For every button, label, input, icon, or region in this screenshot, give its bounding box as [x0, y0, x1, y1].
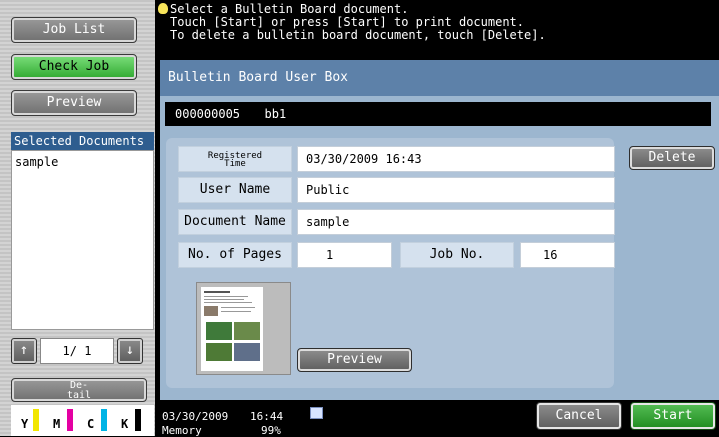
toner-label-c: C — [87, 417, 95, 431]
toner-magenta-bar — [67, 409, 73, 431]
panel-title: Bulletin Board User Box — [160, 60, 719, 96]
list-item[interactable]: sample — [15, 155, 150, 169]
arrow-up-icon[interactable]: ↑ — [11, 338, 37, 364]
status-time: 16:44 — [250, 410, 284, 423]
instruction-message: Select a Bulletin Board document. Touch … — [158, 0, 719, 58]
lightbulb-icon — [158, 3, 168, 14]
check-job-button[interactable]: Check Job — [11, 54, 137, 80]
arrow-down-icon[interactable]: ↓ — [117, 338, 143, 364]
thumbnail-page — [201, 287, 263, 371]
box-id: 000000005 — [175, 107, 241, 121]
selected-documents-list: sample — [11, 150, 154, 330]
registered-time-label: Registered Time — [178, 146, 292, 172]
bulletin-board-panel: Bulletin Board User Box 000000005 bb1 Re… — [160, 60, 719, 400]
toner-cyan-bar — [101, 409, 107, 431]
job-list-button[interactable]: Job List — [11, 17, 137, 43]
start-button[interactable]: Start — [630, 402, 716, 430]
pages-value: 1 — [297, 242, 392, 268]
left-sidebar: Job List Check Job Preview Selected Docu… — [0, 0, 155, 436]
box-name: bb1 — [264, 107, 287, 121]
document-name-label: Document Name — [178, 209, 292, 235]
pages-label: No. of Pages — [178, 242, 292, 268]
user-name-label: User Name — [178, 177, 292, 203]
job-no-value: 16 — [520, 242, 615, 268]
toner-label-y: Y — [21, 417, 29, 431]
network-icon — [310, 407, 323, 419]
memory-value: 99% — [261, 424, 281, 437]
toner-indicator: Y M C K — [11, 405, 154, 436]
toner-label-m: M — [53, 417, 61, 431]
detail-button[interactable]: De- tail — [11, 378, 147, 402]
preview-button[interactable]: Preview — [297, 348, 412, 372]
delete-button[interactable]: Delete — [629, 146, 715, 170]
page-indicator: 1/ 1 — [40, 338, 114, 364]
preview-tab-button[interactable]: Preview — [11, 90, 137, 116]
document-name-value: sample — [297, 209, 615, 235]
selected-documents-header: Selected Documents — [11, 132, 154, 150]
box-info-bar: 000000005 bb1 — [165, 102, 711, 126]
status-bar: 03/30/2009 16:44 Memory 99% Cancel Start — [158, 400, 719, 437]
cancel-button[interactable]: Cancel — [536, 402, 622, 430]
job-no-label: Job No. — [400, 242, 514, 268]
memory-label: Memory — [162, 424, 202, 437]
status-date: 03/30/2009 — [162, 410, 229, 423]
toner-label-k: K — [121, 417, 129, 431]
message-line-3: To delete a bulletin board document, tou… — [170, 28, 546, 42]
document-thumbnail[interactable] — [196, 282, 291, 375]
toner-yellow-bar — [33, 409, 39, 431]
toner-black-bar — [135, 409, 141, 431]
user-name-value: Public — [297, 177, 615, 203]
registered-time-value: 03/30/2009 16:43 — [297, 146, 615, 172]
